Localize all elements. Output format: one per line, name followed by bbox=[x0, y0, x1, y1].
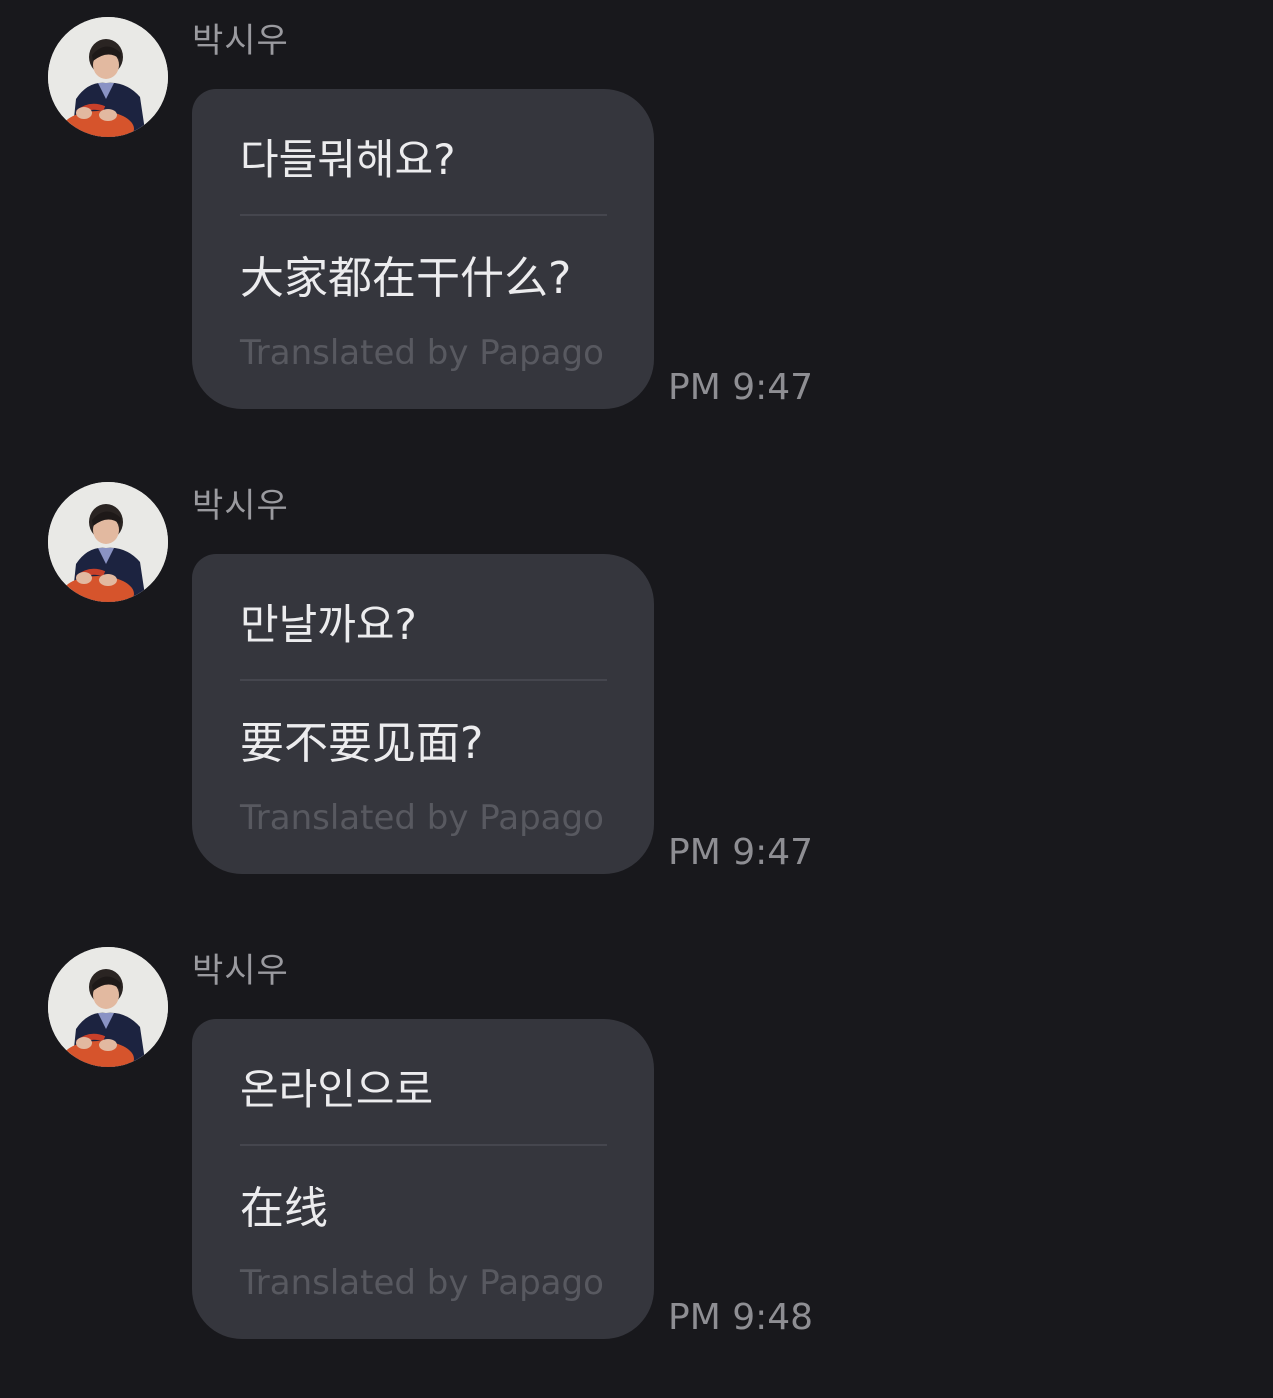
original-text: 온라인으로 bbox=[240, 1065, 434, 1114]
avatar-photo-icon bbox=[48, 947, 168, 1067]
message-bubble[interactable]: 만날까요? 要不要见面? Translated by Papago bbox=[192, 554, 654, 874]
message-time: PM 9:47 bbox=[668, 367, 814, 408]
message-row: 박시우 만날까요? 要不要见面? Translated by Papago PM… bbox=[0, 465, 1273, 905]
avatar-photo-icon bbox=[48, 17, 168, 137]
original-text: 다들뭐해요? bbox=[240, 135, 456, 184]
message-row: 박시우 온라인으로 在线 Translated by Papago PM 9:4… bbox=[0, 930, 1273, 1370]
divider bbox=[240, 1144, 607, 1146]
sender-avatar[interactable] bbox=[48, 947, 168, 1067]
sender-name: 박시우 bbox=[192, 951, 289, 991]
message-bubble[interactable]: 다들뭐해요? 大家都在干什么? Translated by Papago bbox=[192, 89, 654, 409]
original-text: 만날까요? bbox=[240, 600, 417, 649]
message-time: PM 9:48 bbox=[668, 1297, 814, 1338]
translated-text: 要不要见面? bbox=[240, 718, 484, 769]
divider bbox=[240, 214, 607, 216]
translated-text: 大家都在干什么? bbox=[240, 253, 572, 304]
translation-credit: Translated by Papago bbox=[240, 1263, 604, 1303]
sender-avatar[interactable] bbox=[48, 482, 168, 602]
message-bubble[interactable]: 온라인으로 在线 Translated by Papago bbox=[192, 1019, 654, 1339]
sender-name: 박시우 bbox=[192, 486, 289, 526]
translated-text: 在线 bbox=[240, 1183, 328, 1234]
message-row: 박시우 다들뭐해요? 大家都在干什么? Translated by Papago… bbox=[0, 0, 1273, 440]
divider bbox=[240, 679, 607, 681]
translation-credit: Translated by Papago bbox=[240, 798, 604, 838]
sender-name: 박시우 bbox=[192, 21, 289, 61]
message-time: PM 9:47 bbox=[668, 832, 814, 873]
translation-credit: Translated by Papago bbox=[240, 333, 604, 373]
avatar-photo-icon bbox=[48, 482, 168, 602]
sender-avatar[interactable] bbox=[48, 17, 168, 137]
